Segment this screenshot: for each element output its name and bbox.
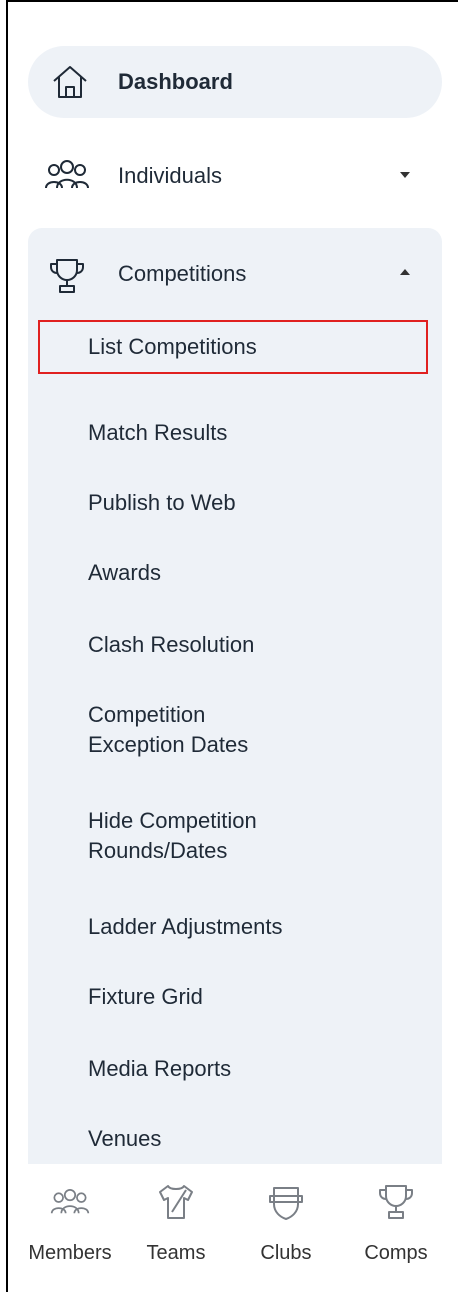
jersey-icon [159, 1185, 193, 1219]
tab-label: Clubs [260, 1242, 312, 1264]
submenu-item-publish-to-web[interactable]: Publish to Web [28, 488, 442, 518]
submenu-item-label-line: Hide Competition [88, 808, 257, 833]
sidebar-item-competitions[interactable]: Competitions [28, 238, 442, 310]
members-icon [50, 1188, 90, 1214]
submenu-item-label-line: Competition [88, 702, 206, 727]
tab-label: Members [28, 1242, 112, 1264]
submenu-item-label: Fixture Grid [88, 984, 203, 1009]
trophy-icon [379, 1185, 413, 1219]
submenu-item-label: Media Reports [88, 1056, 232, 1081]
submenu-item-label: Awards [88, 560, 161, 585]
tab-label: Teams [146, 1242, 206, 1264]
submenu-item-label: List Competitions [88, 334, 257, 359]
frame-left-border [6, 0, 8, 1292]
submenu-item-media-reports[interactable]: Media Reports [28, 1054, 442, 1084]
club-shield-icon [269, 1187, 303, 1220]
tab-members[interactable]: Members [20, 1164, 120, 1292]
home-icon [53, 66, 87, 98]
submenu-item-hide-competition-rounds[interactable]: Hide Competition Rounds/Dates [28, 806, 442, 866]
bottom-tab-bar: Members Teams Clubs Comps [8, 1164, 458, 1292]
submenu-item-awards[interactable]: Awards [28, 558, 442, 588]
caret-down-icon[interactable] [400, 172, 410, 178]
submenu-item-label-line: Exception Dates [88, 732, 249, 757]
sidebar-item-dashboard[interactable]: Dashboard [28, 46, 442, 118]
sidebar-item-label: Competitions [118, 261, 247, 286]
sidebar-item-label: Individuals [118, 163, 222, 188]
tab-comps[interactable]: Comps [346, 1164, 446, 1292]
sidebar-item-individuals[interactable]: Individuals [28, 140, 442, 212]
people-icon [45, 160, 89, 189]
submenu-item-list-competitions[interactable]: List Competitions [28, 332, 442, 362]
submenu-item-clash-resolution[interactable]: Clash Resolution [28, 630, 442, 660]
submenu-item-label: Publish to Web [88, 490, 236, 515]
tab-clubs[interactable]: Clubs [236, 1164, 336, 1292]
submenu-item-ladder-adjustments[interactable]: Ladder Adjustments [28, 912, 442, 942]
trophy-icon [50, 259, 84, 293]
submenu-item-fixture-grid[interactable]: Fixture Grid [28, 982, 442, 1012]
submenu-item-label: Venues [88, 1126, 162, 1151]
sidebar-item-label: Dashboard [118, 69, 233, 94]
sidebar-group-competitions: Competitions List Competitions Match Res… [28, 228, 442, 1164]
submenu-item-match-results[interactable]: Match Results [28, 418, 442, 448]
submenu-item-label: Ladder Adjustments [88, 914, 283, 939]
frame-top-border [6, 0, 458, 2]
submenu-item-label: Clash Resolution [88, 632, 255, 657]
tab-teams[interactable]: Teams [126, 1164, 226, 1292]
submenu-item-venues[interactable]: Venues [28, 1124, 442, 1154]
submenu-item-label: Match Results [88, 420, 228, 445]
app-frame: Dashboard Individuals Competitions List … [0, 0, 458, 1292]
tab-label: Comps [364, 1242, 428, 1264]
caret-up-icon[interactable] [400, 269, 410, 275]
submenu-item-label-line: Rounds/Dates [88, 838, 228, 863]
submenu-item-competition-exception-dates[interactable]: Competition Exception Dates [28, 700, 442, 760]
